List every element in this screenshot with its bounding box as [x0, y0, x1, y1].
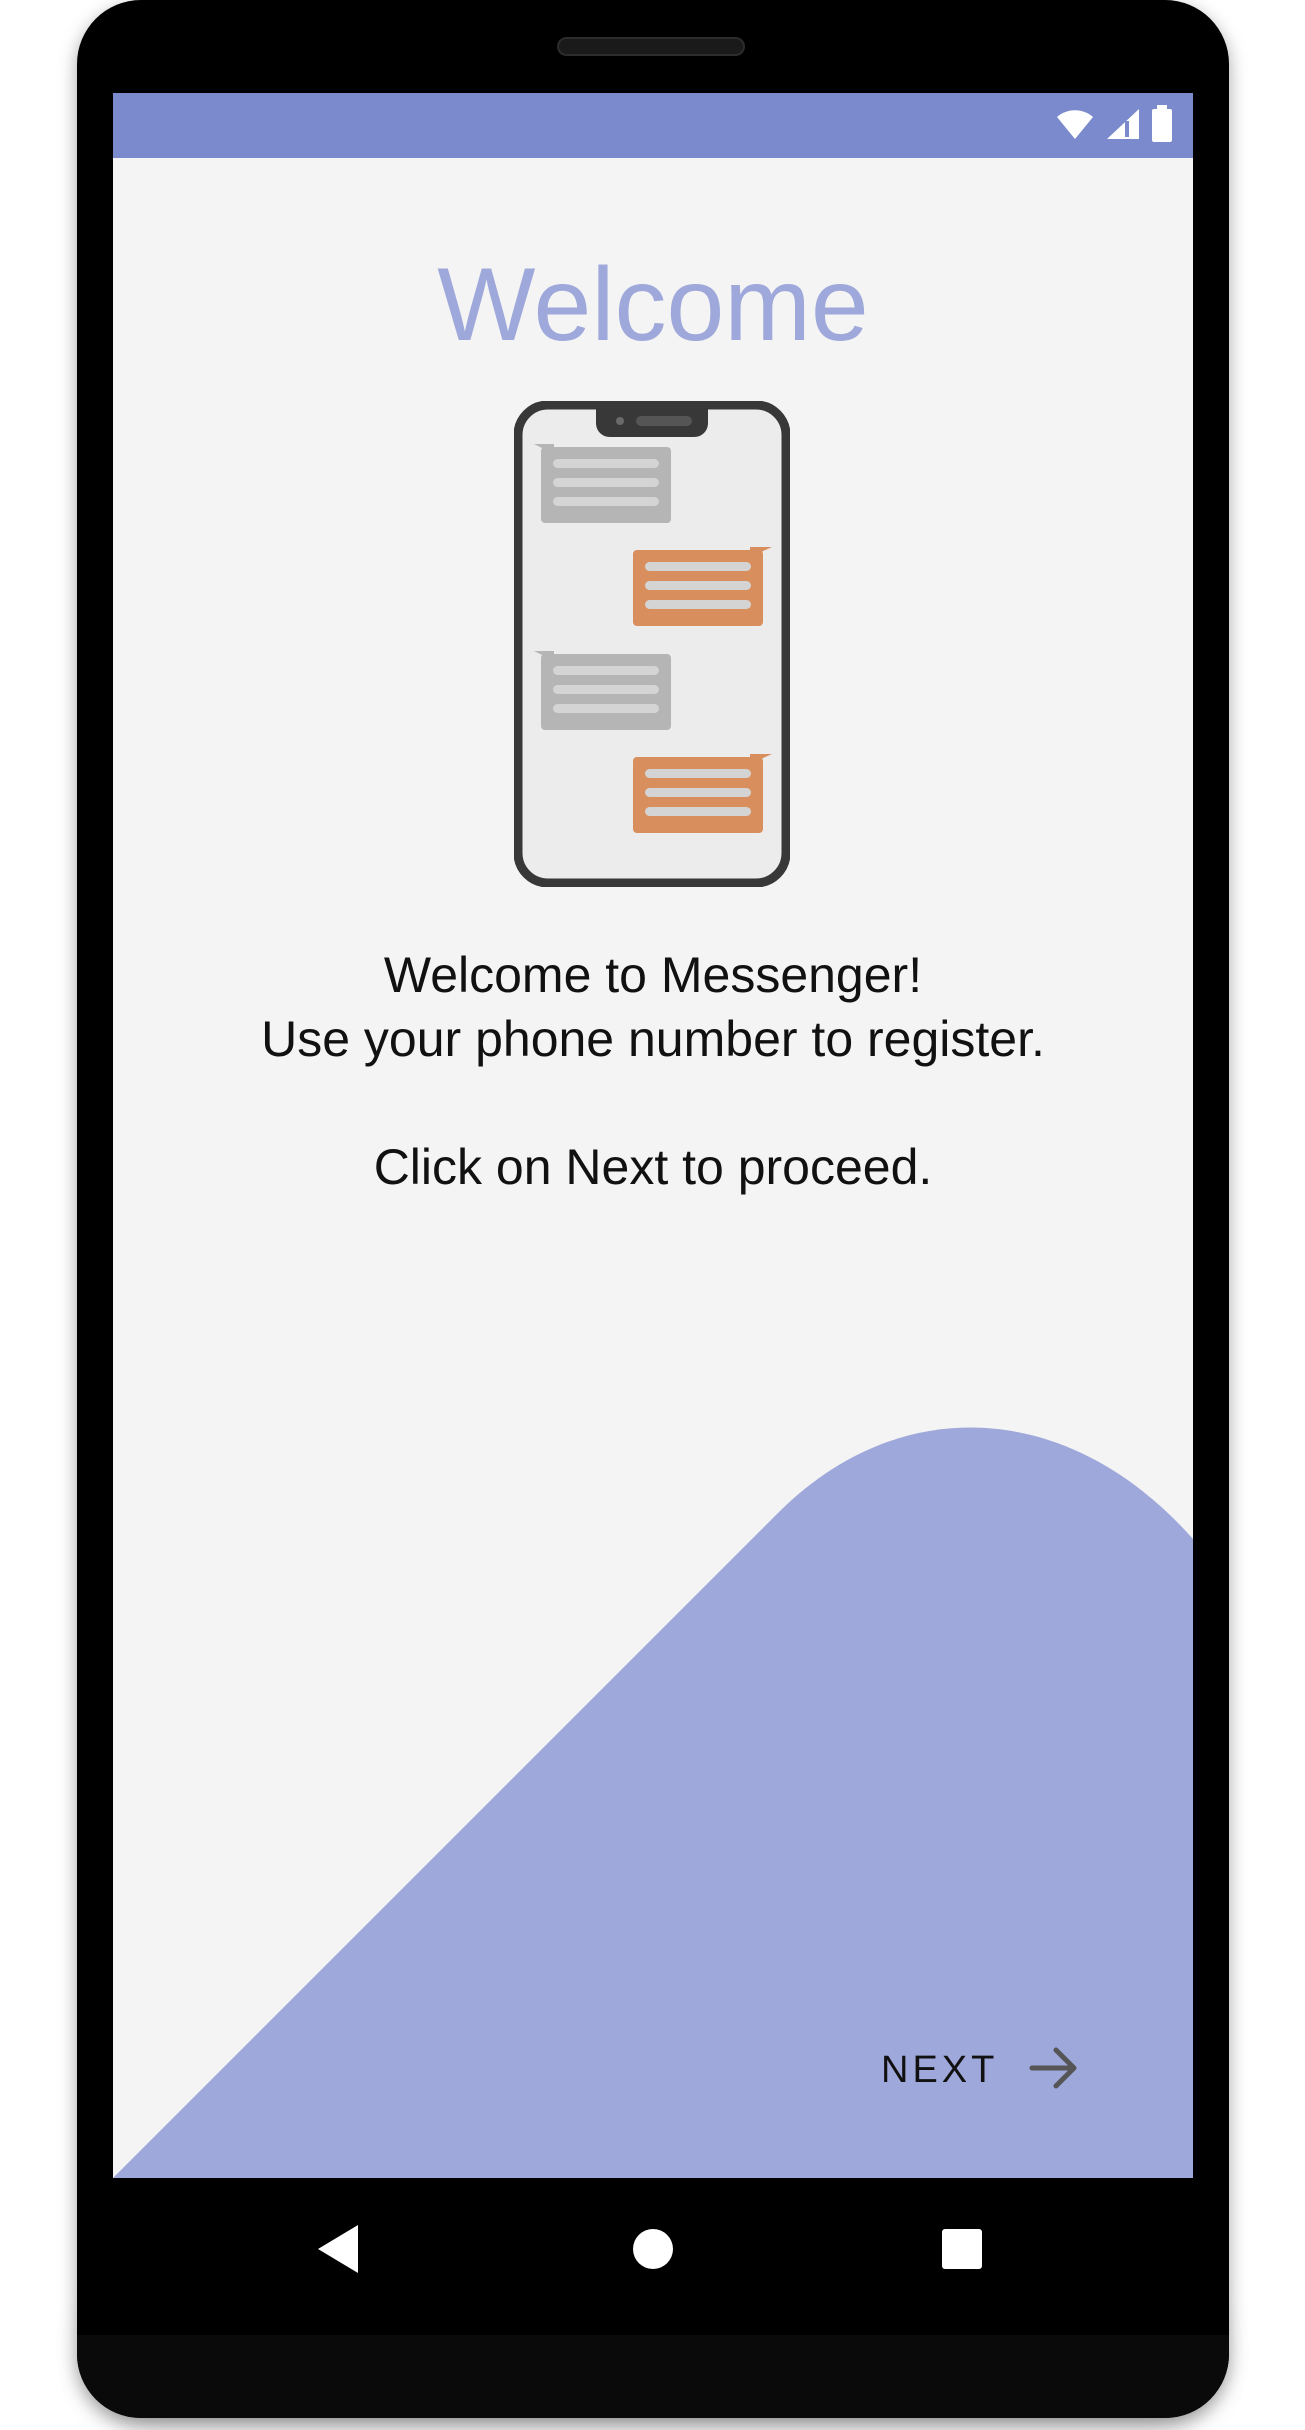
app-screen: Welcome Welcome to Messenger! Use your p… [113, 93, 1193, 2178]
status-bar [113, 93, 1193, 158]
back-icon[interactable] [303, 2214, 373, 2284]
welcome-line: Welcome to Messenger! [383, 947, 923, 1003]
proceed-line: Click on Next to proceed. [373, 1139, 933, 1195]
phone-chat-illustration [514, 401, 790, 887]
next-button-label: NEXT [881, 2048, 999, 2091]
instruction-line: Use your phone number to register. [261, 1011, 1045, 1067]
navigation-bar [113, 2178, 1193, 2318]
device-bottom-edge [77, 2335, 1229, 2418]
arrow-right-icon [1028, 2046, 1080, 2095]
recents-icon[interactable] [927, 2214, 997, 2284]
welcome-message: Welcome to Messenger! Use your phone num… [113, 943, 1193, 1199]
wifi-icon [1055, 107, 1095, 146]
page-title: Welcome [437, 247, 869, 363]
home-icon[interactable] [618, 2214, 688, 2284]
cell-signal-icon [1105, 107, 1141, 146]
battery-icon [1151, 104, 1173, 148]
status-icons [1055, 104, 1173, 148]
earpiece-speaker [557, 37, 745, 56]
next-button[interactable]: NEXT [881, 2030, 1080, 2110]
